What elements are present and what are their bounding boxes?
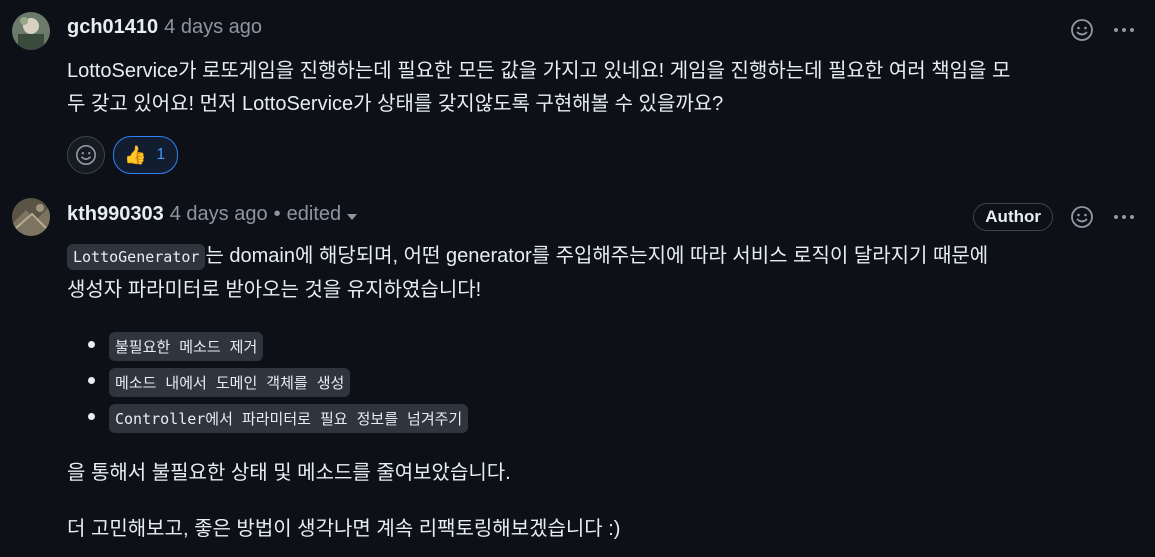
- smiley-icon: [76, 145, 96, 165]
- inline-code: LottoGenerator: [67, 244, 206, 270]
- author-badge: Author: [973, 203, 1053, 231]
- add-reaction-button[interactable]: [67, 136, 105, 174]
- body-line: 두 갖고 있어요! 먼저 LottoService가 상태를 갖지않도록 구현해…: [67, 93, 724, 115]
- timestamp[interactable]: 4 days ago: [170, 203, 268, 226]
- paragraph: 더 고민해보고, 좋은 방법이 생각나면 계속 리팩토링해보겠습니다 :): [67, 518, 621, 540]
- comment-header: kth990303 4 days ago • edited: [67, 203, 358, 226]
- comment-header: gch01410 4 days ago: [67, 16, 262, 39]
- paragraph: 을 통해서 불필요한 상태 및 메소드를 줄여보았습니다.: [67, 462, 511, 484]
- author-name[interactable]: kth990303: [67, 203, 164, 226]
- chevron-down-icon: [347, 214, 358, 220]
- list-item: 불필요한 메소드 제거: [88, 328, 468, 364]
- comment-kth990303: kth990303 4 days ago • edited Author Lot…: [0, 190, 1155, 557]
- avatar[interactable]: [12, 198, 50, 236]
- intro-text: 는 domain에 해당되며, 어떤 generator를 주입해주는지에 따라…: [205, 245, 989, 267]
- list-item: 메소드 내에서 도메인 객체를 생성: [88, 364, 468, 400]
- thumbs-up-icon: 👍: [124, 145, 147, 165]
- smiley-icon: [1071, 19, 1093, 41]
- comment-body: LottoGenerator 는 domain에 해당되며, 어떤 generat…: [67, 240, 1137, 307]
- kebab-horizontal-icon: [1114, 28, 1134, 32]
- more-options-button[interactable]: [1111, 204, 1137, 230]
- edited-dropdown[interactable]: edited: [287, 203, 358, 226]
- inline-code: 불필요한 메소드 제거: [109, 331, 264, 361]
- kebab-horizontal-icon: [1114, 215, 1134, 219]
- comment-gch01410: gch01410 4 days ago LottoService가 로또게임을 …: [0, 0, 1155, 190]
- avatar[interactable]: [12, 12, 50, 50]
- timestamp[interactable]: 4 days ago: [164, 16, 262, 39]
- reaction-count: 1: [156, 146, 166, 163]
- intro-line: LottoGenerator 는 domain에 해당되며, 어떤 generat…: [67, 240, 1137, 274]
- reaction-thumbs-up[interactable]: 👍 1: [113, 136, 179, 174]
- comment-actions: [1069, 17, 1137, 43]
- more-options-button[interactable]: [1111, 17, 1137, 43]
- edited-label: edited: [286, 203, 342, 225]
- author-name[interactable]: gch01410: [67, 16, 158, 39]
- inline-code: 메소드 내에서 도메인 객체를 생성: [109, 367, 351, 397]
- separator-dot: •: [273, 203, 281, 225]
- smiley-icon: [1071, 206, 1093, 228]
- list-item: Controller에서 파라미터로 필요 정보를 넘겨주기: [88, 400, 469, 436]
- reactions-bar: 👍 1: [67, 136, 179, 174]
- comment-body: LottoService가 로또게임을 진행하는데 필요한 모든 값을 가지고 …: [67, 55, 1137, 121]
- add-reaction-button[interactable]: [1069, 204, 1095, 230]
- body-line: LottoService가 로또게임을 진행하는데 필요한 모든 값을 가지고 …: [67, 60, 1011, 82]
- inline-code: Controller에서 파라미터로 필요 정보를 넘겨주기: [109, 403, 469, 433]
- bullet-list: 불필요한 메소드 제거 메소드 내에서 도메인 객체를 생성 Controlle…: [88, 328, 469, 436]
- comment-actions: Author: [973, 203, 1137, 231]
- add-reaction-button[interactable]: [1069, 17, 1095, 43]
- intro-line-2: 생성자 파라미터로 받아오는 것을 유지하였습니다!: [67, 279, 482, 301]
